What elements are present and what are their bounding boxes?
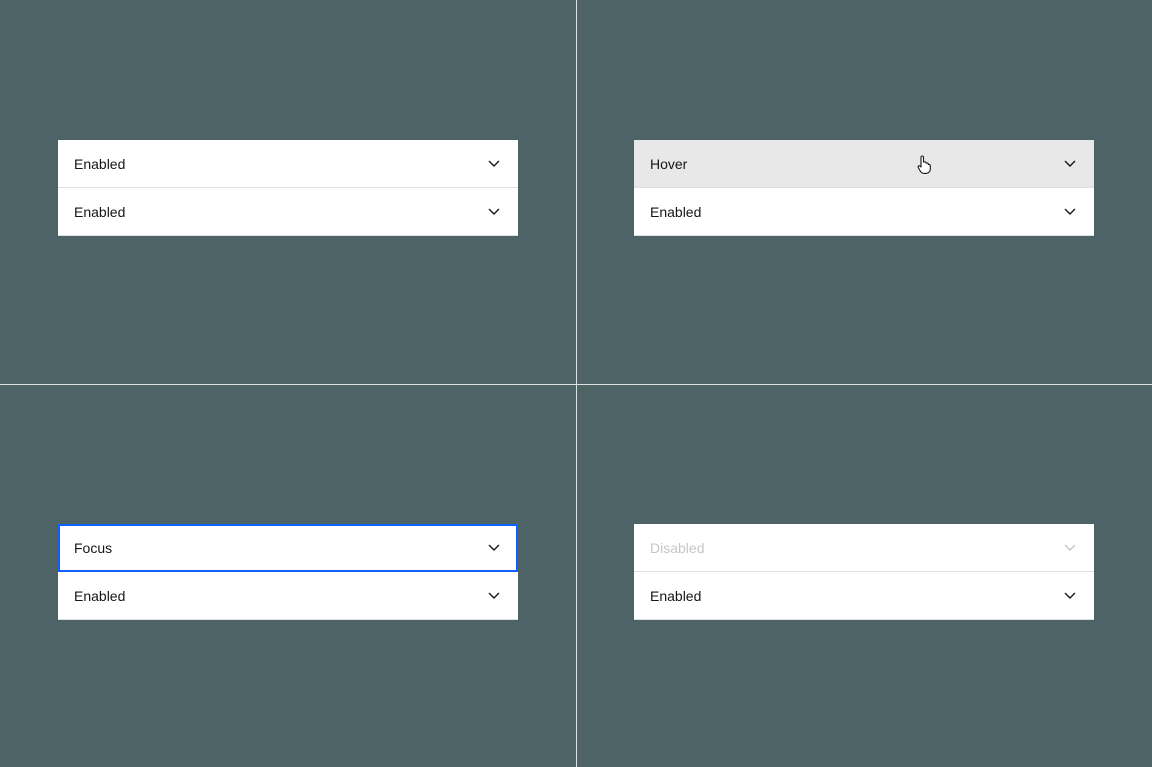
accordion-item-label: Disabled (650, 541, 1062, 555)
quadrant-focus: Focus Enabled (0, 384, 576, 767)
accordion-item-label: Enabled (74, 589, 486, 603)
horizontal-divider (0, 384, 1152, 385)
chevron-down-icon (486, 204, 502, 220)
accordion-item-hover[interactable]: Hover (634, 140, 1094, 188)
chevron-down-icon (486, 540, 502, 556)
accordion-item-label: Enabled (74, 157, 486, 171)
quadrant-disabled: Disabled Enabled (576, 384, 1152, 767)
accordion-item[interactable]: Enabled (58, 572, 518, 620)
accordion-item[interactable]: Enabled (58, 140, 518, 188)
accordion: Hover Enabled (634, 140, 1094, 236)
accordion-item-label: Hover (650, 157, 1062, 171)
accordion-item-label: Enabled (74, 205, 486, 219)
chevron-down-icon (486, 588, 502, 604)
accordion-item-label: Enabled (650, 589, 1062, 603)
accordion-item[interactable]: Enabled (58, 188, 518, 236)
accordion-item-label: Enabled (650, 205, 1062, 219)
chevron-down-icon (486, 156, 502, 172)
chevron-down-icon (1062, 540, 1078, 556)
accordion: Disabled Enabled (634, 524, 1094, 620)
chevron-down-icon (1062, 204, 1078, 220)
accordion: Enabled Enabled (58, 140, 518, 236)
accordion-item[interactable]: Enabled (634, 188, 1094, 236)
accordion-item-disabled: Disabled (634, 524, 1094, 572)
accordion-item-focus[interactable]: Focus (58, 524, 518, 572)
accordion-item[interactable]: Enabled (634, 572, 1094, 620)
quadrant-enabled: Enabled Enabled (0, 0, 576, 384)
accordion-item-label: Focus (74, 541, 486, 555)
chevron-down-icon (1062, 156, 1078, 172)
quadrant-hover: Hover Enabled (576, 0, 1152, 384)
chevron-down-icon (1062, 588, 1078, 604)
accordion: Focus Enabled (58, 524, 518, 620)
